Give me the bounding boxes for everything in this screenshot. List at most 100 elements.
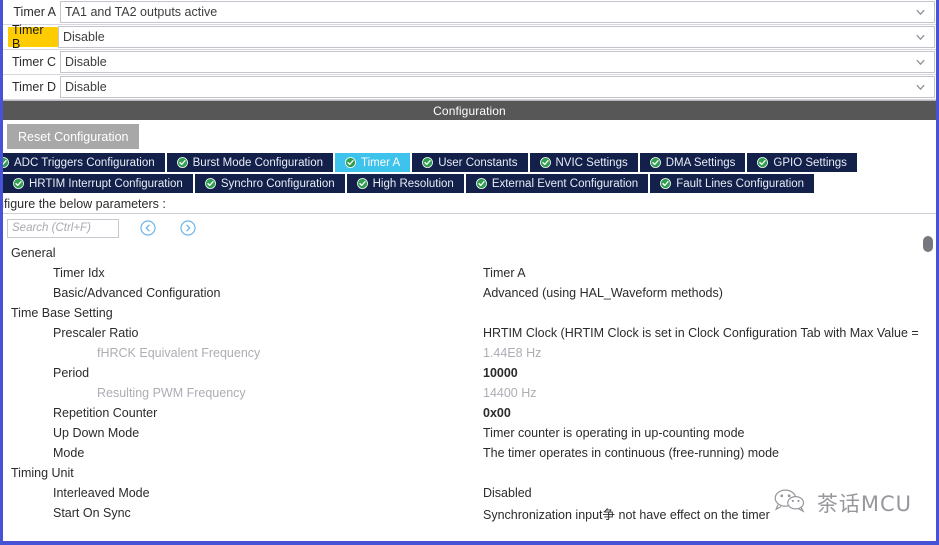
check-circle-icon — [649, 157, 661, 168]
tab-high-resolution[interactable]: High Resolution — [346, 174, 464, 193]
tab-label: NVIC Settings — [555, 156, 628, 169]
tab-label: External Event Configuration — [491, 177, 639, 190]
check-circle-icon — [13, 178, 24, 189]
timer-row: Timer A TA1 and TA2 outputs active — [3, 0, 936, 25]
parameter-row[interactable]: Mode The timer operates in continuous (fr… — [3, 443, 936, 463]
tab-label: HRTIM Interrupt Configuration — [29, 177, 183, 190]
timer-b-label: Timer B — [8, 23, 58, 51]
tab-synchro-configuration[interactable]: Synchro Configuration — [194, 174, 345, 193]
tab-user-constants[interactable]: User Constants — [412, 153, 528, 172]
tab-label: Synchro Configuration — [220, 177, 335, 190]
tab-label: High Resolution — [372, 177, 454, 190]
tab-dma-settings[interactable]: DMA Settings — [639, 153, 746, 172]
tab-label: ADC Triggers Configuration — [14, 156, 155, 169]
parameter-row[interactable]: Up Down Mode Timer counter is operating i… — [3, 423, 936, 443]
parameter-row[interactable]: Start On Sync Synchronization input争 not … — [3, 503, 936, 523]
search-bar — [3, 214, 936, 239]
parameter-value[interactable]: 0x00 — [475, 406, 936, 420]
tab-label: GPIO Settings — [773, 156, 847, 169]
parameter-name: Timer Idx — [53, 266, 105, 280]
parameter-row[interactable]: Resulting PWM Frequency 14400 Hz — [3, 383, 936, 403]
tab-nvic-settings[interactable]: NVIC Settings — [529, 153, 638, 172]
parameter-name: Interleaved Mode — [53, 486, 150, 500]
timer-d-value: Disable — [65, 80, 107, 94]
parameter-row[interactable]: Timer Idx Timer A — [3, 263, 936, 283]
tab-external-event-configuration[interactable]: External Event Configuration — [465, 174, 649, 193]
instruction-text: nfigure the below parameters : — [3, 193, 936, 214]
parameter-value[interactable]: Advanced (using HAL_Waveform methods) — [475, 286, 936, 300]
parameter-value[interactable]: Timer A — [475, 266, 936, 280]
parameter-value[interactable]: 14400 Hz — [475, 386, 936, 400]
tab-gpio-settings[interactable]: GPIO Settings — [747, 153, 857, 172]
parameter-row[interactable]: Prescaler Ratio HRTIM Clock (HRTIM Clock … — [3, 323, 936, 343]
tab-label: Fault Lines Configuration — [676, 177, 805, 190]
parameter-value[interactable]: Timer counter is operating in up-countin… — [475, 426, 936, 440]
tab-adc-triggers-configuration[interactable]: ADC Triggers Configuration — [3, 153, 165, 172]
timer-row: Timer C Disable — [3, 50, 936, 75]
parameter-name: Basic/Advanced Configuration — [53, 286, 221, 300]
timer-row: Timer B Disable — [3, 23, 936, 51]
parameter-value[interactable]: The timer operates in continuous (free-r… — [475, 446, 936, 460]
parameter-name: Period — [53, 366, 90, 380]
toolbar: Reset Configuration — [3, 120, 936, 153]
tab-timer-a[interactable]: Timer A — [335, 153, 411, 172]
parameter-row[interactable]: Basic/Advanced Configuration Advanced (us… — [3, 283, 936, 303]
tab-fault-lines-configuration[interactable]: Fault Lines Configuration — [650, 174, 815, 193]
parameter-row[interactable]: fHRCK Equivalent Frequency 1.44E8 Hz — [3, 343, 936, 363]
timer-b-value: Disable — [63, 30, 105, 44]
parameter-name: fHRCK Equivalent Frequency — [97, 346, 261, 360]
parameter-name: Up Down Mode — [53, 426, 140, 440]
vertical-scrollbar[interactable] — [922, 236, 933, 541]
parameter-value[interactable]: 10000 — [475, 366, 936, 380]
check-circle-icon — [3, 157, 9, 168]
chevron-down-icon — [915, 57, 926, 68]
tab-label: Burst Mode Configuration — [192, 156, 324, 169]
parameter-value[interactable]: Disabled — [475, 486, 936, 500]
tab-label: Timer A — [361, 156, 401, 169]
parameter-row[interactable]: Period 10000 — [3, 363, 936, 383]
check-circle-icon — [345, 157, 356, 168]
tab-bar-row-2: HRTIM Interrupt Configuration Synchro Con… — [3, 174, 936, 193]
search-input[interactable] — [7, 218, 119, 238]
tab-label: DMA Settings — [665, 156, 736, 169]
check-circle-icon — [757, 157, 769, 168]
parameter-name: General — [11, 246, 56, 260]
parameter-row[interactable]: Timing Unit — [3, 463, 936, 483]
parameter-row[interactable]: Interleaved Mode Disabled — [3, 483, 936, 503]
timer-c-select[interactable]: Disable — [60, 51, 935, 73]
chevron-down-icon — [915, 32, 926, 43]
check-circle-icon — [475, 178, 487, 189]
parameter-value[interactable]: 1.44E8 Hz — [475, 346, 936, 360]
parameter-value[interactable]: HRTIM Clock (HRTIM Clock is set in Clock… — [475, 326, 936, 340]
timer-d-select[interactable]: Disable — [60, 76, 935, 98]
parameter-name: Prescaler Ratio — [53, 326, 139, 340]
configuration-title: Configuration — [433, 103, 506, 118]
parameter-row[interactable]: Repetition Counter 0x00 — [3, 403, 936, 423]
parameter-name: Mode — [53, 446, 85, 460]
parameter-name: Repetition Counter — [53, 406, 158, 420]
timer-a-select[interactable]: TA1 and TA2 outputs active — [60, 1, 935, 23]
scrollbar-thumb[interactable] — [923, 236, 933, 252]
timer-c-value: Disable — [65, 55, 107, 69]
timer-output-rows: Timer A TA1 and TA2 outputs active Timer… — [3, 0, 936, 100]
chevron-down-icon — [915, 7, 926, 18]
check-circle-icon — [422, 157, 434, 168]
check-circle-icon — [660, 178, 672, 189]
parameter-row[interactable]: Time Base Setting — [3, 303, 936, 323]
tab-hrtim-interrupt-configuration[interactable]: HRTIM Interrupt Configuration — [3, 174, 193, 193]
parameter-row[interactable]: General — [3, 243, 936, 263]
timer-b-select[interactable]: Disable — [58, 26, 935, 48]
chevron-right-circle-icon[interactable] — [180, 220, 196, 236]
parameter-list[interactable]: General Timer Idx Timer A Basic/Advanced Co… — [3, 243, 936, 524]
timer-row: Timer D Disable — [3, 75, 936, 100]
tab-label: User Constants — [438, 156, 518, 169]
check-circle-icon — [176, 157, 188, 168]
check-circle-icon — [356, 178, 368, 189]
chevron-left-circle-icon[interactable] — [140, 220, 156, 236]
reset-configuration-button[interactable]: Reset Configuration — [7, 124, 140, 149]
tab-burst-mode-configuration[interactable]: Burst Mode Configuration — [166, 153, 334, 172]
parameter-name: Timing Unit — [11, 466, 74, 480]
parameter-value[interactable]: Synchronization input争 not have effect o… — [475, 504, 936, 523]
configuration-title-bar: Configuration — [3, 100, 936, 120]
hrtim-configuration-panel: Timer A TA1 and TA2 outputs active Timer… — [0, 0, 939, 545]
